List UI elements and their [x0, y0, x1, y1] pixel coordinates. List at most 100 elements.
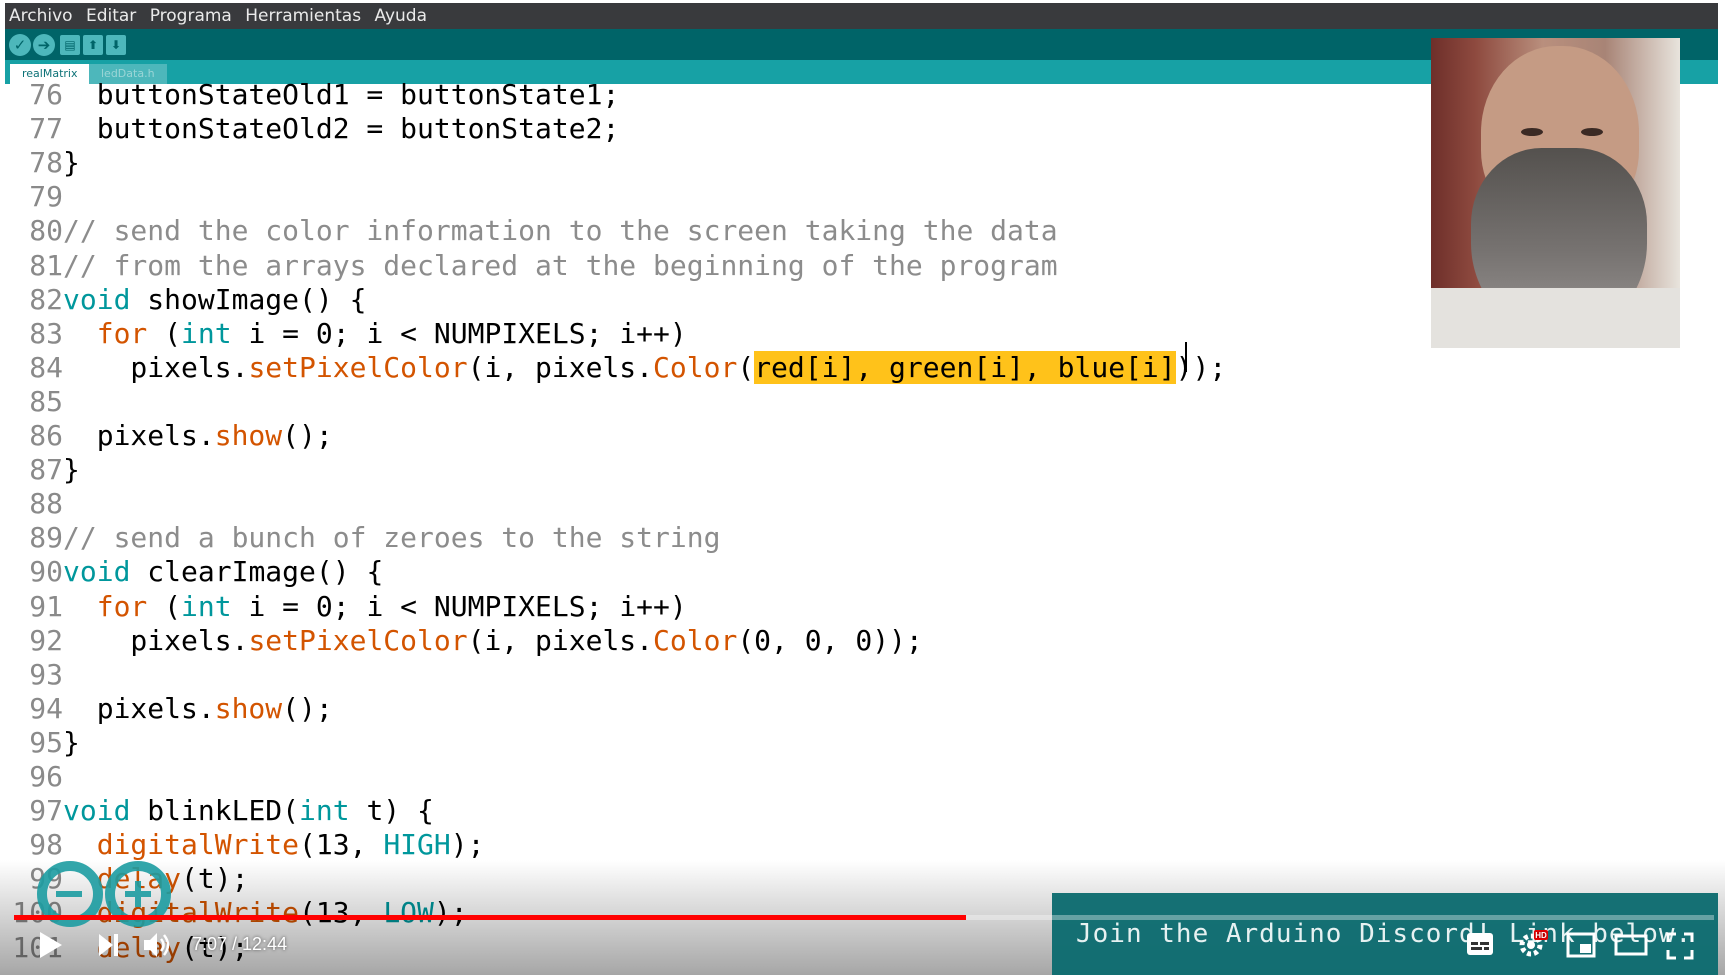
- code-line[interactable]: 92 pixels.setPixelColor(i, pixels.Color(…: [5, 623, 923, 658]
- presenter-eye: [1521, 128, 1543, 136]
- code-token: show: [214, 419, 283, 452]
- upload-icon[interactable]: ➔: [33, 34, 55, 56]
- line-number: 79: [29, 180, 63, 214]
- code-text: }: [63, 726, 80, 759]
- code-token: digitalWrite: [96, 828, 300, 862]
- menu-programa[interactable]: Programa: [150, 6, 232, 26]
- code-line[interactable]: 83 for (int i = 0; i < NUMPIXELS; i++): [5, 316, 687, 351]
- code-token: pixels.: [63, 623, 249, 657]
- code-line[interactable]: 95}: [5, 726, 80, 760]
- menu-herramientas[interactable]: Herramientas: [245, 6, 361, 26]
- webcam-overlay: [1431, 38, 1680, 348]
- subtitles-icon[interactable]: [1466, 932, 1494, 956]
- discord-banner-text: Join the Arduino Discord! Link below.: [1076, 919, 1693, 949]
- code-token: (13,: [299, 828, 384, 862]
- code-line[interactable]: 84 pixels.setPixelColor(i, pixels.Color(…: [5, 350, 1227, 385]
- code-token: for: [96, 589, 148, 623]
- code-token: ));: [1175, 350, 1227, 384]
- line-number: 83: [29, 316, 63, 350]
- save-icon[interactable]: ⬇: [106, 35, 126, 55]
- code-token: Color: [653, 350, 738, 384]
- code-line[interactable]: 97void blinkLED(int t) {: [5, 794, 434, 828]
- code-line[interactable]: 79: [5, 180, 63, 214]
- code-text: void blinkLED(int t) {: [63, 794, 434, 827]
- open-icon[interactable]: ⬆: [83, 35, 103, 55]
- code-token: setPixelColor: [248, 350, 468, 384]
- menu-archivo[interactable]: Archivo: [9, 6, 73, 26]
- code-token: pixels.: [63, 350, 249, 384]
- selected-text: red[i], green[i], blue[i]: [754, 350, 1176, 384]
- line-number: 80: [29, 214, 63, 248]
- progress-bar[interactable]: [14, 915, 1714, 920]
- code-token: showImage() {: [130, 282, 367, 316]
- code-line[interactable]: 93: [5, 658, 63, 692]
- menu-bar: Archivo Editar Programa Herramientas Ayu…: [5, 3, 1718, 29]
- code-line[interactable]: 77 buttonStateOld2 = buttonState2;: [5, 112, 619, 146]
- code-token: HIGH: [383, 828, 451, 862]
- verify-icon[interactable]: ✓: [9, 34, 31, 56]
- fullscreen-icon[interactable]: [1666, 932, 1694, 960]
- code-line[interactable]: 81// from the arrays declared at the beg…: [5, 249, 1058, 283]
- code-token: buttonStateOld2 = buttonState2;: [63, 112, 620, 146]
- menu-editar[interactable]: Editar: [86, 6, 136, 26]
- new-icon[interactable]: ▤: [60, 35, 80, 55]
- line-number: 91: [29, 589, 63, 623]
- line-number: 94: [29, 691, 63, 725]
- code-token: int: [299, 794, 350, 828]
- code-line[interactable]: 78}: [5, 146, 80, 180]
- code-text: digitalWrite(13, HIGH);: [63, 828, 485, 862]
- line-number: 86: [29, 419, 63, 452]
- progress-played: [14, 915, 966, 920]
- code-line[interactable]: 96: [5, 760, 63, 794]
- line-number: 90: [29, 555, 63, 589]
- code-token: clearImage() {: [130, 555, 384, 589]
- menu-ayuda[interactable]: Ayuda: [374, 6, 427, 26]
- code-line[interactable]: 85: [5, 385, 63, 419]
- next-icon[interactable]: [98, 932, 120, 958]
- code-token: (0, 0, 0));: [737, 623, 923, 657]
- code-token: (: [147, 316, 182, 350]
- miniplayer-icon[interactable]: [1566, 932, 1596, 958]
- code-text: pixels.show();: [63, 419, 333, 452]
- code-line[interactable]: 88: [5, 487, 63, 521]
- code-line[interactable]: 80// send the color information to the s…: [5, 214, 1058, 248]
- presenter-shirt: [1431, 288, 1680, 348]
- code-line[interactable]: 86 pixels.show();: [5, 419, 333, 453]
- code-line[interactable]: 76 buttonStateOld1 = buttonState1;: [5, 78, 619, 112]
- code-token: );: [450, 828, 485, 862]
- code-text: // send the color information to the scr…: [63, 214, 1058, 247]
- code-line[interactable]: 90void clearImage() {: [5, 555, 383, 589]
- hd-badge: HD: [1535, 931, 1547, 940]
- code-token: t) {: [349, 794, 434, 828]
- line-number: 88: [29, 487, 63, 521]
- code-token: int: [181, 316, 232, 350]
- code-line[interactable]: 82void showImage() {: [5, 283, 366, 317]
- code-token: }: [63, 453, 80, 487]
- volume-icon[interactable]: [142, 930, 172, 960]
- code-text: for (int i = 0; i < NUMPIXELS; i++): [63, 590, 687, 623]
- settings-icon[interactable]: HD: [1518, 928, 1548, 958]
- line-number: 78: [29, 146, 63, 180]
- code-token: pixels.: [63, 419, 215, 452]
- code-token: i = 0; i < NUMPIXELS; i++): [231, 316, 687, 350]
- line-number: 89: [29, 521, 63, 555]
- code-text: buttonStateOld2 = buttonState2;: [63, 112, 620, 146]
- line-number: 97: [29, 794, 63, 828]
- code-token: // send a bunch of zeroes to the string: [63, 521, 721, 555]
- line-number: 92: [29, 623, 63, 657]
- code-line[interactable]: 91 for (int i = 0; i < NUMPIXELS; i++): [5, 589, 687, 624]
- code-token: int: [181, 589, 232, 623]
- code-token: setPixelColor: [248, 623, 468, 657]
- code-line[interactable]: 94 pixels.show();: [5, 691, 332, 726]
- code-text: for (int i = 0; i < NUMPIXELS; i++): [63, 317, 687, 350]
- code-line[interactable]: 89// send a bunch of zeroes to the strin…: [5, 521, 720, 555]
- code-text: }: [63, 453, 80, 486]
- play-icon[interactable]: [38, 930, 64, 960]
- theater-mode-icon[interactable]: [1614, 932, 1648, 958]
- code-token: void: [63, 282, 131, 316]
- code-text: // from the arrays declared at the begin…: [63, 249, 1058, 282]
- code-token: for: [96, 316, 148, 350]
- code-line[interactable]: 87}: [5, 453, 80, 487]
